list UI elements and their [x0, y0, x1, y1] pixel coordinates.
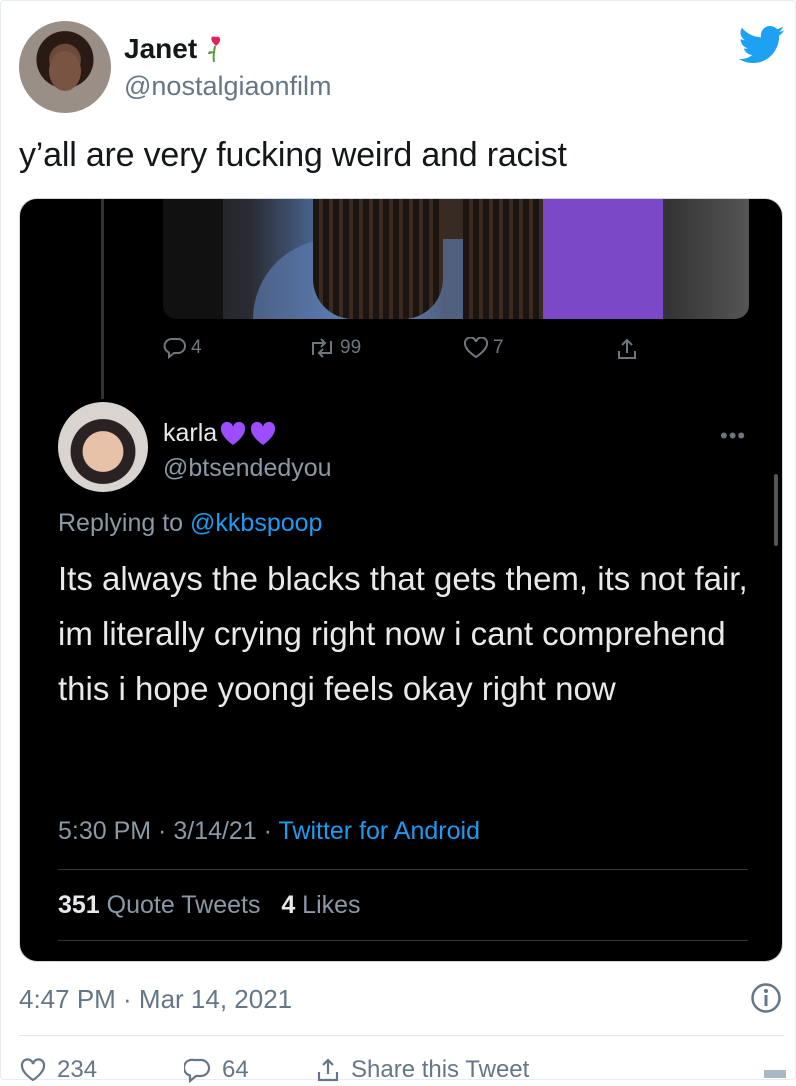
retweet-icon: [312, 338, 332, 358]
purple-heart-icon: [221, 421, 246, 445]
info-icon[interactable]: [750, 982, 782, 1014]
reply-action[interactable]: 4: [163, 337, 202, 359]
divider: [58, 869, 748, 870]
tweet-timestamp[interactable]: 4:47 PM · Mar 14, 2021: [19, 984, 292, 1015]
thread-line: [101, 199, 104, 399]
reply-stats: 351 Quote Tweets 4 Likes: [58, 891, 361, 920]
likes-label: Likes: [302, 891, 361, 919]
share-icon: [618, 338, 636, 359]
embedded-screenshot: 4 99 7 karla @btsendedyou ••• Replying t…: [19, 198, 783, 962]
reply-app-link[interactable]: Twitter for Android: [279, 817, 480, 845]
twitter-bird-icon[interactable]: [739, 25, 785, 65]
reply-author-handle[interactable]: @btsendedyou: [163, 454, 332, 483]
share-action[interactable]: [615, 337, 639, 361]
quote-count: 351: [58, 891, 100, 919]
reply-text: Its always the blacks that gets them, it…: [58, 560, 748, 707]
divider: [58, 940, 748, 941]
reply-time[interactable]: 5:30 PM · 3/14/21 ·: [58, 817, 279, 845]
reply-icon: [184, 1058, 211, 1083]
more-options-icon[interactable]: •••: [720, 423, 746, 449]
purple-heart-icon: [251, 421, 276, 445]
rose-icon: [208, 36, 221, 63]
retweet-action[interactable]: 99: [308, 337, 361, 359]
author-name-row: Janet: [124, 33, 225, 65]
parent-action-row: 4 99 7: [163, 337, 663, 365]
reply-icon: [163, 338, 186, 359]
replying-prefix: Replying to: [58, 509, 184, 537]
divider: [19, 1035, 784, 1036]
reply-author-avatar[interactable]: [58, 402, 148, 492]
scrollbar[interactable]: [774, 474, 778, 546]
share-icon: [317, 1058, 339, 1082]
author-avatar[interactable]: [19, 21, 111, 113]
likes-stat[interactable]: 4 Likes: [281, 891, 360, 919]
like-action[interactable]: 7: [463, 337, 504, 359]
heart-icon: [20, 1058, 46, 1082]
scroll-indicator: [764, 1070, 786, 1078]
tweet-action-bar: 234 64 Share this Tweet: [19, 1056, 786, 1086]
likes-count: 4: [281, 891, 296, 919]
tweet-text: y’all are very fucking weird and racist: [19, 136, 567, 174]
quote-tweets-stat[interactable]: 351 Quote Tweets: [58, 891, 260, 919]
reply-author-name[interactable]: karla: [163, 419, 217, 448]
replying-mention-link[interactable]: @kkbspoop: [190, 509, 322, 537]
embedded-photo[interactable]: [163, 199, 749, 319]
quote-label: Quote Tweets: [106, 891, 261, 919]
author-handle[interactable]: @nostalgiaonfilm: [124, 71, 332, 102]
like-count: 7: [493, 337, 504, 358]
reply-count: 4: [191, 337, 202, 358]
reply-meta: 5:30 PM · 3/14/21 · Twitter for Android: [58, 817, 480, 846]
author-name[interactable]: Janet: [124, 33, 197, 65]
retweet-count: 99: [340, 337, 362, 358]
replying-to: Replying to @kkbspoop: [58, 509, 322, 538]
reply-author-row: karla: [163, 419, 277, 448]
like-icon: [463, 337, 489, 359]
